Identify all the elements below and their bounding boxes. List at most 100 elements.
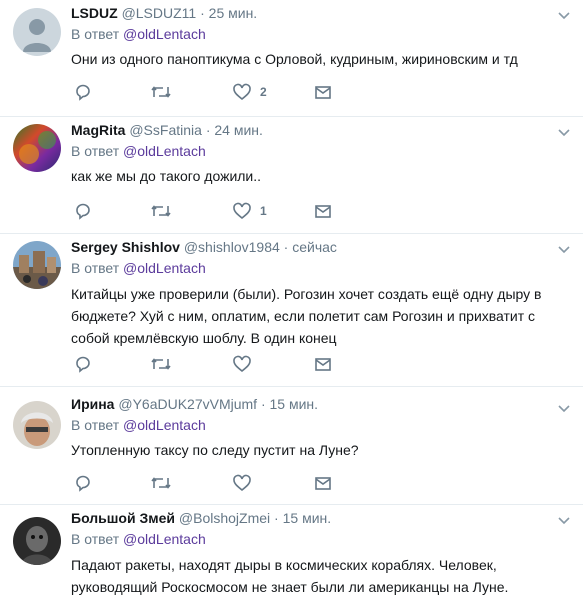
chevron-down-icon[interactable] xyxy=(557,515,571,525)
timestamp[interactable]: 15 мин. xyxy=(270,396,319,412)
retweet-icon xyxy=(151,205,171,217)
separator: · xyxy=(283,239,289,255)
tweet-actions: 2 xyxy=(71,82,371,102)
chevron-down-icon[interactable] xyxy=(557,10,571,20)
like-button[interactable]: 1 xyxy=(233,201,267,221)
tweet[interactable]: LSDUZ @LSDUZ11 · 25 мин. В ответ @oldLen… xyxy=(0,0,583,117)
reply-icon xyxy=(76,475,90,492)
separator: · xyxy=(274,510,279,526)
chevron-down-icon[interactable] xyxy=(557,244,571,254)
tweet-text: Падают ракеты, находят дыры в космически… xyxy=(71,554,571,598)
chevron-down-icon[interactable] xyxy=(557,127,571,137)
heart-icon xyxy=(233,202,251,220)
message-button[interactable] xyxy=(314,354,332,374)
heart-icon xyxy=(233,83,251,101)
tweet[interactable]: MagRita @SsFatinia · 24 мин. В ответ @ol… xyxy=(0,117,583,234)
envelope-icon xyxy=(315,205,331,218)
tweet-text-line: Китайцы уже проверили (были). Рогозин хо… xyxy=(71,286,542,302)
like-button[interactable] xyxy=(233,473,251,493)
envelope-icon xyxy=(315,358,331,371)
user-name[interactable]: Sergey Shishlov xyxy=(71,239,180,255)
retweet-button[interactable] xyxy=(151,473,171,493)
timestamp[interactable]: 15 мин. xyxy=(283,510,332,526)
separator: · xyxy=(205,122,211,138)
tweet-text-line: Падают ракеты, находят дыры в космически… xyxy=(71,557,497,573)
tweet[interactable]: Sergey Shishlov @shishlov1984 · сейчас В… xyxy=(0,234,583,387)
retweet-icon xyxy=(151,477,171,489)
chevron-down-icon[interactable] xyxy=(557,403,571,413)
reply-mention[interactable]: @oldLentach xyxy=(123,143,206,159)
tweet-text: Они из одного паноптикума с Орловой, куд… xyxy=(71,51,518,67)
like-button[interactable]: 2 xyxy=(233,82,267,102)
reply-prefix: В ответ xyxy=(71,260,120,276)
timestamp[interactable]: 24 мин. xyxy=(214,122,263,138)
reply-context: В ответ @oldLentach xyxy=(71,142,571,160)
avatar[interactable] xyxy=(13,517,61,565)
envelope-icon xyxy=(315,477,331,490)
user-handle[interactable]: @LSDUZ11 xyxy=(122,5,197,21)
reply-prefix: В ответ xyxy=(71,531,120,547)
reply-context: В ответ @oldLentach xyxy=(71,416,571,434)
avatar[interactable] xyxy=(13,124,61,172)
separator: · xyxy=(200,5,205,21)
tweet[interactable]: Большой Змей @BolshojZmei · 15 мин. В от… xyxy=(0,505,583,610)
retweet-icon xyxy=(151,358,171,370)
reply-context: В ответ @oldLentach xyxy=(71,25,571,43)
tweet-text: Утопленную таксу по следу пустит на Луне… xyxy=(71,442,359,458)
user-name[interactable]: Ирина xyxy=(71,396,114,412)
user-name[interactable]: LSDUZ xyxy=(71,5,118,21)
tweet-actions xyxy=(71,354,371,374)
tweet-header: Ирина @Y6aDUK27vVMjumf · 15 мин. xyxy=(71,395,571,413)
user-handle[interactable]: @shishlov1984 xyxy=(184,239,280,255)
city-avatar-icon xyxy=(13,241,61,289)
heart-icon xyxy=(233,355,251,373)
default-avatar-icon xyxy=(13,8,61,56)
heart-icon xyxy=(233,474,251,492)
reply-button[interactable] xyxy=(74,473,92,493)
like-button[interactable] xyxy=(233,354,251,374)
reply-button[interactable] xyxy=(74,201,92,221)
reply-icon xyxy=(76,203,90,220)
tweet-text-line: собой кремлёвскую шоблу. В один конец xyxy=(71,330,337,346)
reply-button[interactable] xyxy=(74,354,92,374)
reply-mention[interactable]: @oldLentach xyxy=(123,260,206,276)
retweet-button[interactable] xyxy=(151,82,171,102)
reply-button[interactable] xyxy=(74,82,92,102)
retweet-icon xyxy=(151,86,171,98)
colorful-avatar-icon xyxy=(13,124,61,172)
reply-prefix: В ответ xyxy=(71,143,120,159)
reply-icon xyxy=(76,356,90,373)
retweet-button[interactable] xyxy=(151,354,171,374)
avatar[interactable] xyxy=(13,8,61,56)
face-avatar-icon xyxy=(13,401,61,449)
timestamp[interactable]: сейчас xyxy=(292,239,337,255)
like-count: 2 xyxy=(260,85,267,99)
separator: · xyxy=(260,396,266,412)
timestamp[interactable]: 25 мин. xyxy=(209,5,258,21)
user-handle[interactable]: @SsFatinia xyxy=(129,122,202,138)
user-handle[interactable]: @Y6aDUK27vVMjumf xyxy=(118,396,257,412)
reply-icon xyxy=(76,84,90,101)
tweet[interactable]: Ирина @Y6aDUK27vVMjumf · 15 мин. В ответ… xyxy=(0,387,583,505)
reply-mention[interactable]: @oldLentach xyxy=(123,26,206,42)
tweet-actions xyxy=(71,473,371,493)
reply-context: В ответ @oldLentach xyxy=(71,259,571,277)
tweet-header: Sergey Shishlov @shishlov1984 · сейчас xyxy=(71,238,571,256)
reply-mention[interactable]: @oldLentach xyxy=(123,417,206,433)
reply-mention[interactable]: @oldLentach xyxy=(123,531,206,547)
user-name[interactable]: MagRita xyxy=(71,122,125,138)
tweet-header: MagRita @SsFatinia · 24 мин. xyxy=(71,121,571,139)
user-name[interactable]: Большой Змей xyxy=(71,510,175,526)
avatar[interactable] xyxy=(13,241,61,289)
avatar[interactable] xyxy=(13,401,61,449)
message-button[interactable] xyxy=(314,82,332,102)
reply-prefix: В ответ xyxy=(71,417,120,433)
retweet-button[interactable] xyxy=(151,201,171,221)
dark-avatar-icon xyxy=(13,517,61,565)
tweet-text: как же мы до такого дожили.. xyxy=(71,168,262,184)
like-count: 1 xyxy=(260,204,267,218)
tweet-text: Китайцы уже проверили (были). Рогозин хо… xyxy=(71,283,571,349)
message-button[interactable] xyxy=(314,473,332,493)
message-button[interactable] xyxy=(314,201,332,221)
user-handle[interactable]: @BolshojZmei xyxy=(179,510,270,526)
